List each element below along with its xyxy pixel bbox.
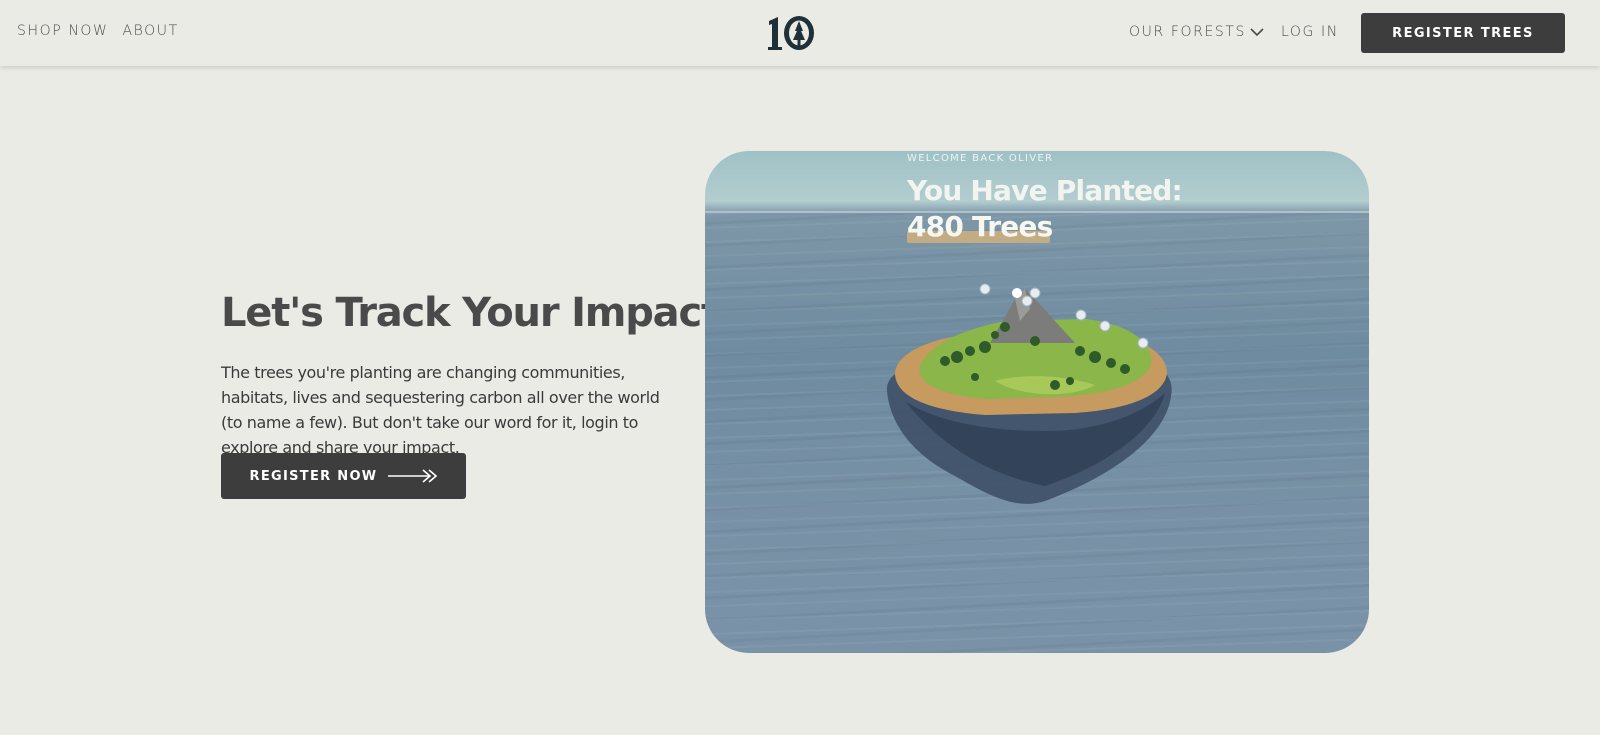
our-forests-dropdown[interactable]: OUR FORESTS <box>1129 24 1264 40</box>
our-forests-label: OUR FORESTS <box>1129 24 1247 40</box>
page-title: Let's Track Your Impact <box>221 290 720 336</box>
log-in-link[interactable]: LOG IN <box>1281 24 1339 40</box>
register-now-button[interactable]: REGISTER NOW <box>221 453 466 499</box>
site-header: SHOP NOW ABOUT OUR FORESTS LOG IN REGIST… <box>0 0 1600 66</box>
chevron-down-icon <box>1250 28 1264 37</box>
island-illustration <box>886 283 1172 504</box>
brand-logo[interactable] <box>765 13 817 53</box>
welcome-text: WELCOME BACK OLIVER <box>907 153 1054 164</box>
nav-about[interactable]: ABOUT <box>122 23 178 39</box>
hero-description: The trees you're planting are changing c… <box>221 363 660 457</box>
primary-nav: SHOP NOW ABOUT <box>17 23 179 39</box>
arrow-right-icon <box>388 469 438 483</box>
impact-visual[interactable]: WELCOME BACK OLIVER You Have Planted: 48… <box>705 151 1369 653</box>
planted-label: You Have Planted: <box>907 174 1183 207</box>
register-trees-button[interactable]: REGISTER TREES <box>1361 13 1565 53</box>
register-now-label: REGISTER NOW <box>249 468 378 484</box>
nav-shop-now[interactable]: SHOP NOW <box>17 23 108 39</box>
trees-count: 480 Trees <box>907 210 1053 243</box>
tentree-logo-icon <box>768 16 814 50</box>
